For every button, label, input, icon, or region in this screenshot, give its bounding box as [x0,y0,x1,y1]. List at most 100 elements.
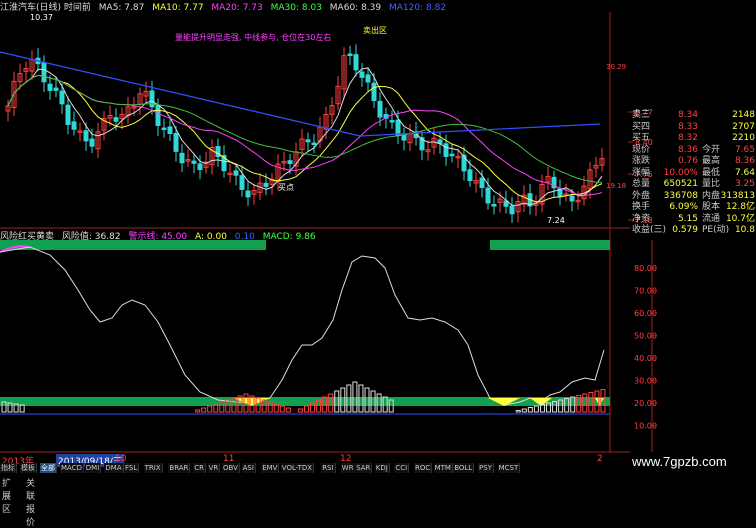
quote-label: 最高 [702,156,721,166]
tab-extension[interactable]: 扩展区 [2,476,11,515]
tab-emv[interactable]: EMV [261,463,280,473]
tab-kdj[interactable]: KDJ [374,463,390,473]
candle-body [245,190,251,198]
quote-value: 5.15 [677,213,698,224]
tab-fsl[interactable]: FSL [124,463,140,473]
tab-dma[interactable]: DMA [104,463,124,473]
quote-row: 涨跌 0.76 最高 8.36 [630,156,756,166]
quote-row: 换手 6.09% 股本 12.8亿 [630,202,756,212]
candle-body [479,177,485,189]
quote-value: 0.76 [677,156,698,166]
ma120-label: MA120: 8.82 [388,3,447,13]
candle-body [569,195,575,202]
tab-sar[interactable]: SAR [355,463,373,473]
ma10-label: MA10: 7.77 [152,3,204,13]
quote-label: 涨跌 [632,156,651,166]
stock-chart-canvas[interactable]: 8.778.407.757.1830.2919.1880.0070.0060.0… [0,0,756,487]
quote-label: 量比 [702,179,721,189]
tab-roc[interactable]: ROC [414,463,433,473]
tab-dmi[interactable]: DMI [84,463,102,473]
candle-body [71,121,77,130]
candle-body [197,163,203,171]
month-2-label: 2 [597,454,603,464]
stock-title[interactable]: 江淮汽车(日线) 时间前 [0,3,91,13]
candle-body [179,152,185,164]
candle-body [287,160,293,165]
tab-macd[interactable]: MACD [60,463,84,473]
candle-body [233,170,239,176]
tab-指标[interactable]: 指标 [0,463,17,473]
quote-panel: 卖三 8.34 2148 买四 8.33 2707 买五 8.32 2210 现价 8.36 今开 7.… [630,110,756,238]
ma10-line [7,74,603,203]
quote-value: 6.09% [669,202,698,212]
indicator-name[interactable]: 风险红买黄卖 [0,232,54,242]
quote-label: PE(动) [702,225,730,235]
candle-body [161,127,167,131]
tab-cr[interactable]: CR [193,463,206,473]
quote-value: 12.8亿 [725,202,755,212]
tab-trix[interactable]: TRIX [143,463,163,473]
candle-body [305,139,311,143]
tab-related-quotes[interactable]: 关联报价 [26,476,35,528]
quote-value: 650521 [663,179,698,189]
quote-label: 今开 [702,144,721,155]
tab-模板[interactable]: 模板 [20,463,37,473]
candle-body [365,74,371,83]
quote-row: 卖三 8.34 2148 [630,110,756,120]
quote-value: 10.7亿 [725,213,755,224]
candle-body [215,146,221,158]
candle-body [371,82,377,102]
tab-brar[interactable]: BRAR [168,463,191,473]
tab-全部[interactable]: 全部 [40,463,57,473]
tab-asi[interactable]: ASI [241,463,256,473]
candle-body [65,104,71,125]
quote-value: 2210 [732,133,755,143]
tab-obv[interactable]: OBV [222,463,240,473]
macd-bar [527,407,533,413]
indicator-tabs: 指标 模板 全部 MACD DMI DMA FSL TRIX BRAR CR VR OBV ASI EMV… [0,463,521,473]
quote-label: 净资 [632,213,651,224]
quote-value: 2707 [732,121,755,132]
quote-label: 收益(三) [632,225,667,235]
candle-body [83,130,89,142]
tab-vr[interactable]: VR [207,463,221,473]
candle-body [41,62,47,83]
tab-mcst[interactable]: MCST [497,463,521,473]
quote-value: 7.65 [734,144,755,155]
macd-bar [19,404,25,413]
tab-wr[interactable]: WR [340,463,356,473]
candle-body [191,160,197,164]
price-marker: 19.18 [606,182,626,190]
quote-row: 净资 5.15 流通 10.7亿 [630,214,756,224]
candle-body [47,83,53,91]
quote-row: 外盘 336708 内盘 313813 [630,191,756,201]
quote-label: 内盘 [702,190,721,201]
quote-label: 现价 [632,144,651,155]
candle-body [443,143,449,157]
candle-body [359,71,365,78]
quote-label: 外盘 [632,190,651,201]
macd-bar [195,409,201,413]
macd-bar [285,407,291,413]
macd-bar [279,405,285,413]
macd-bar [207,405,213,413]
tab-psy[interactable]: PSY [478,463,494,473]
candle-body [347,53,353,56]
tab-cci[interactable]: CCI [394,463,410,473]
tab-rsi[interactable]: RSI [321,463,336,473]
quote-label: 换手 [632,202,651,212]
green-band-right [490,240,610,250]
high-price-marker: 10.37 [30,13,53,22]
quote-label: 总量 [632,179,651,189]
candle-body [311,142,317,146]
tab-mtm[interactable]: MTM [433,463,453,473]
ma5-line [7,67,603,206]
tab-boll[interactable]: BOLL [453,463,475,473]
quote-label: 买五 [632,133,651,143]
quote-value: 336708 [663,190,698,201]
chart-header: 江淮汽车(日线) 时间前 MA5: 7.87 MA10: 7.77 MA20: … [0,0,630,13]
tab-vol-tdx[interactable]: VOL-TDX [280,463,315,473]
quote-value: 8.36 [677,144,698,155]
candle-body [353,54,359,71]
candle-body [113,117,119,122]
